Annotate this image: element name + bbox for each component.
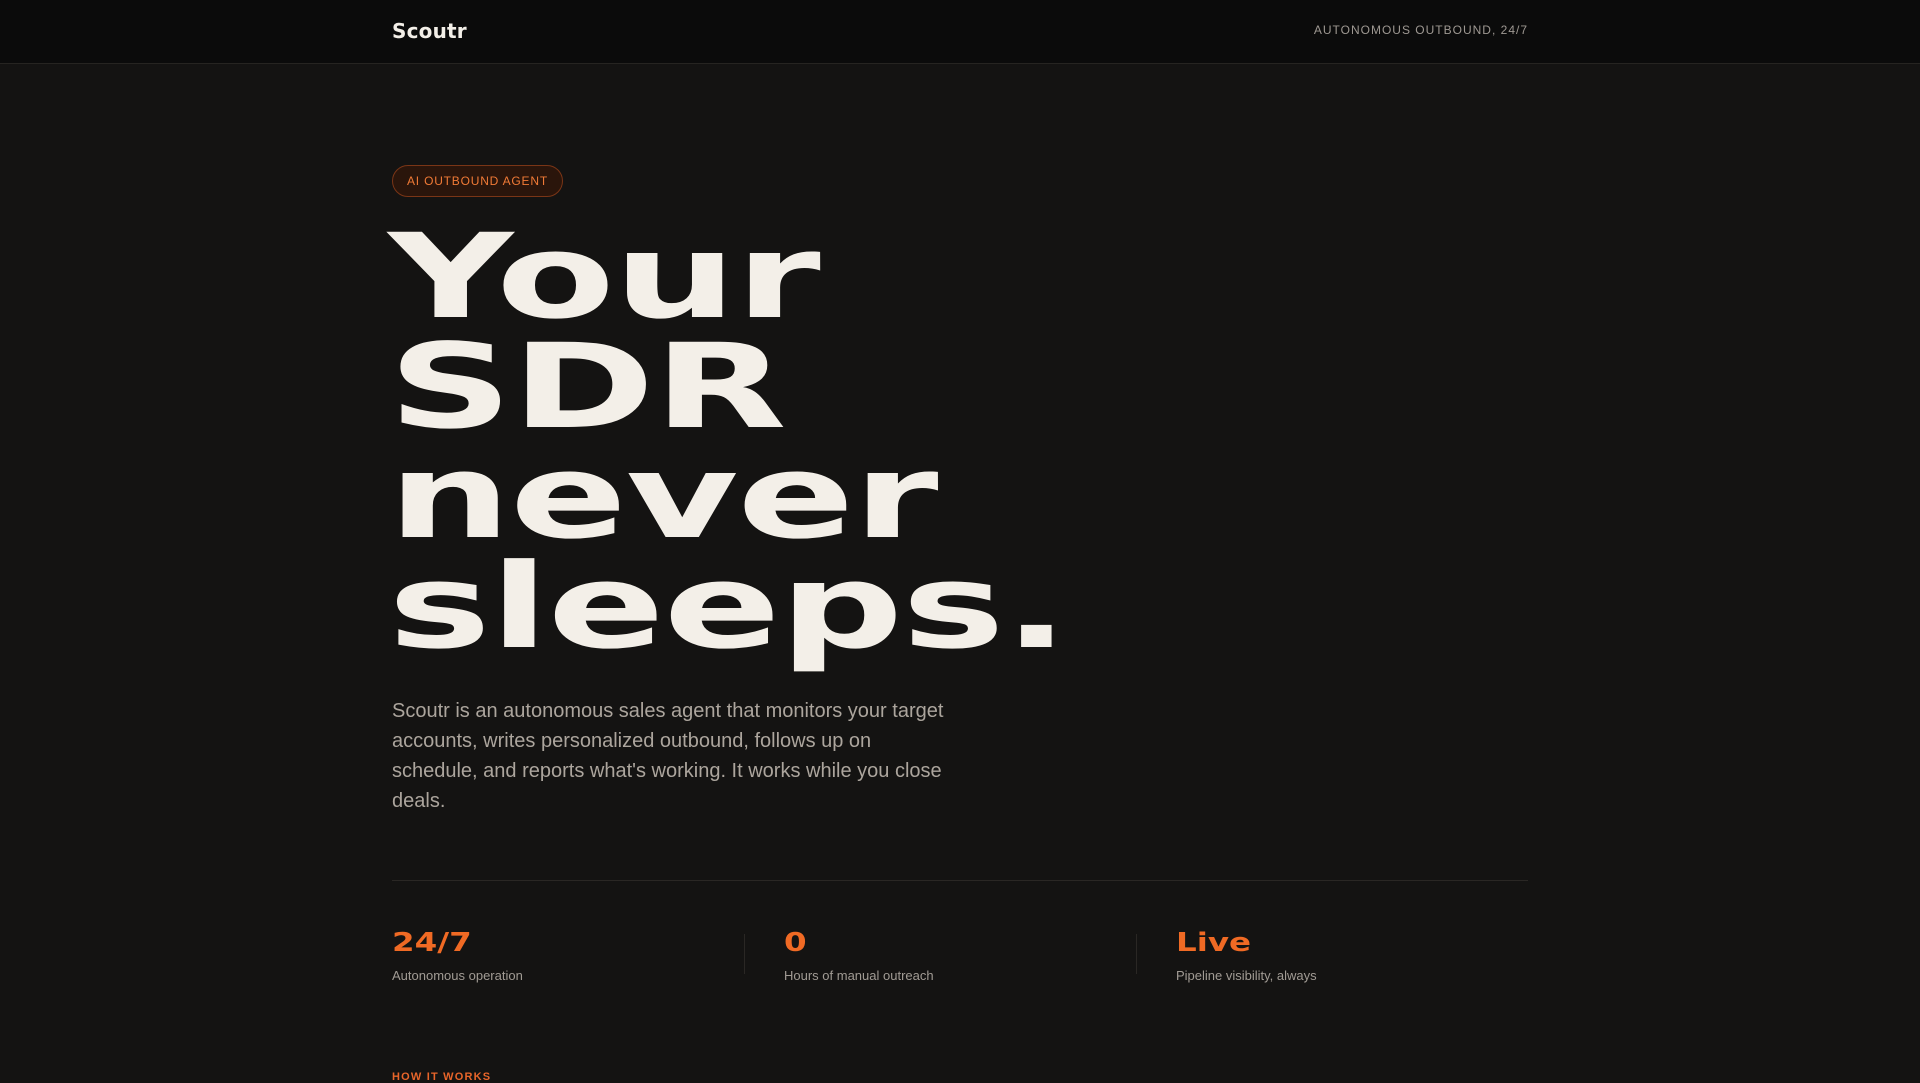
stats-row: 24/7 Autonomous operation 0 Hours of man… bbox=[392, 928, 1528, 988]
hero-headline: Your SDR never sleeps. bbox=[388, 208, 1069, 675]
stat-item: Live Pipeline visibility, always bbox=[1136, 928, 1528, 988]
headline-line: Your bbox=[388, 208, 821, 345]
stat-label: Autonomous operation bbox=[392, 968, 523, 983]
headline-line: SDR bbox=[388, 318, 787, 455]
stat-value: Live bbox=[1176, 928, 1252, 958]
brand-logo[interactable]: Scoutr bbox=[392, 19, 467, 43]
stat-item: 24/7 Autonomous operation bbox=[392, 928, 744, 988]
stat-label: Hours of manual outreach bbox=[784, 968, 934, 983]
headline-line: sleeps. bbox=[388, 538, 1069, 675]
stat-label: Pipeline visibility, always bbox=[1176, 968, 1317, 983]
section-divider bbox=[392, 880, 1528, 881]
how-it-works-label: HOW IT WORKS bbox=[392, 1071, 492, 1083]
header-tagline: AUTONOMOUS OUTBOUND, 24/7 bbox=[1313, 23, 1528, 37]
category-badge: AI OUTBOUND AGENT bbox=[392, 165, 563, 197]
hero-description: Scoutr is an autonomous sales agent that… bbox=[392, 700, 944, 812]
headline-line: never bbox=[388, 428, 939, 565]
top-navigation-bar: Scoutr AUTONOMOUS OUTBOUND, 24/7 bbox=[0, 0, 1920, 64]
stat-item: 0 Hours of manual outreach bbox=[744, 928, 1136, 988]
